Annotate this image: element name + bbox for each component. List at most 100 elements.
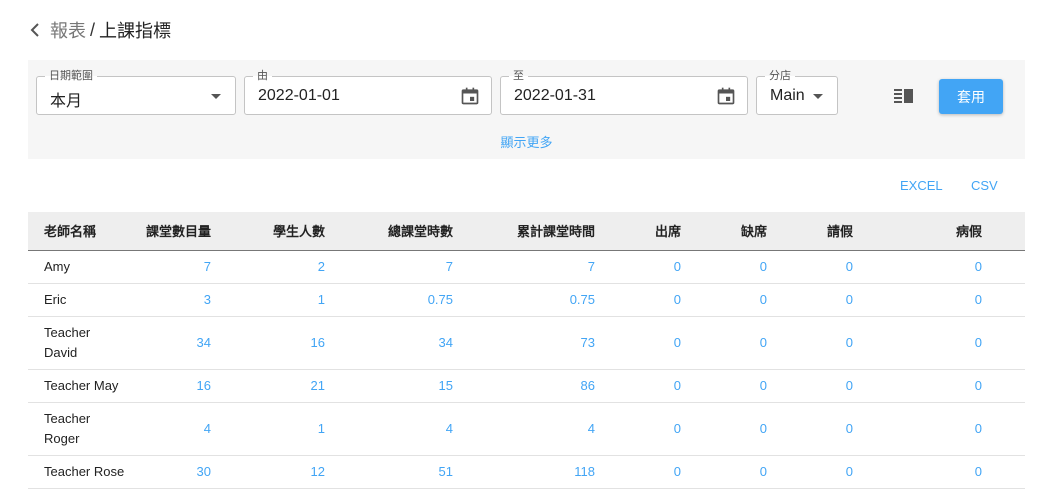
to-date-value: 2022-01-31 [514, 87, 596, 104]
branch-value: Main [770, 87, 805, 104]
metric-value-link[interactable]: 0 [724, 283, 810, 316]
header-sick-leave[interactable]: 病假 [896, 212, 1025, 250]
metric-value-link[interactable]: 118 [496, 455, 638, 488]
to-date-field[interactable]: 至 2022-01-31 [500, 70, 748, 115]
header-absence[interactable]: 缺席 [724, 212, 810, 250]
metric-value-link[interactable]: 1 [254, 402, 368, 455]
header-attendance[interactable]: 出席 [638, 212, 724, 250]
metric-value-link[interactable]: 16 [140, 369, 254, 402]
table-row: Teacher Roger 4 1 4 4 0 0 0 0 [28, 402, 1025, 455]
breadcrumb: 報表 / 上課指標 [26, 18, 171, 42]
branch-select[interactable]: 分店 Main [756, 70, 838, 115]
date-range-value: 本月 [50, 93, 83, 110]
metric-value-link[interactable]: 0.75 [496, 283, 638, 316]
metric-value-link[interactable]: 12 [254, 455, 368, 488]
metric-value-link[interactable]: 86 [496, 369, 638, 402]
show-more-link[interactable]: 顯示更多 [28, 132, 1025, 151]
teacher-name-text: Teacher Roger [44, 410, 91, 446]
metric-value-link[interactable]: 0 [638, 316, 724, 369]
metric-value-link[interactable]: 34 [140, 316, 254, 369]
metric-value-link[interactable]: 0 [896, 369, 1025, 402]
metric-value-link[interactable]: 7 [496, 250, 638, 283]
metric-value-link[interactable]: 0 [896, 455, 1025, 488]
metric-value-link[interactable]: 0 [896, 316, 1025, 369]
header-leave[interactable]: 請假 [810, 212, 896, 250]
date-range-select[interactable]: 日期範圍 本月 [36, 70, 236, 115]
from-date-value: 2022-01-01 [258, 87, 340, 104]
metric-value-link[interactable]: 30 [140, 455, 254, 488]
export-excel-link[interactable]: EXCEL [900, 178, 943, 193]
metric-value-link[interactable]: 73 [496, 316, 638, 369]
metric-value-link[interactable]: 0 [896, 283, 1025, 316]
metric-value-link[interactable]: 0 [724, 250, 810, 283]
metric-value-link[interactable]: 7 [140, 250, 254, 283]
metric-value-link[interactable]: 34 [368, 316, 496, 369]
metric-value-link[interactable]: 0.75 [368, 283, 496, 316]
from-date-field[interactable]: 由 2022-01-01 [244, 70, 492, 115]
teacher-name-cell: Amy [44, 258, 70, 274]
table-row: Teacher David 34 16 34 73 0 0 0 0 [28, 316, 1025, 369]
metric-value-link[interactable]: 0 [638, 369, 724, 402]
branch-label: 分店 [765, 70, 795, 82]
header-total-hours[interactable]: 總課堂時數 [368, 212, 496, 250]
teacher-name-cell: Eric [44, 291, 67, 307]
metric-value-link[interactable]: 0 [810, 402, 896, 455]
metric-value-link[interactable]: 0 [724, 316, 810, 369]
metric-value-link[interactable]: 0 [896, 250, 1025, 283]
columns-icon[interactable] [894, 88, 914, 104]
calendar-icon[interactable] [460, 86, 480, 106]
date-range-label: 日期範圍 [45, 70, 97, 82]
header-cumulative-time[interactable]: 累計課堂時間 [496, 212, 638, 250]
apply-button[interactable]: 套用 [939, 79, 1003, 114]
metric-value-link[interactable]: 0 [724, 402, 810, 455]
teacher-name-cell: Teacher Roger [28, 402, 140, 455]
metric-value-link[interactable]: 0 [724, 369, 810, 402]
metric-value-link[interactable]: 4 [140, 402, 254, 455]
export-csv-link[interactable]: CSV [971, 178, 998, 193]
page-title: 上課指標 [99, 21, 172, 41]
header-teacher-name[interactable]: 老師名稱 [28, 212, 140, 250]
table-row: Eric 3 1 0.75 0.75 0 0 0 0 [28, 283, 1025, 316]
metric-value-link[interactable]: 0 [724, 455, 810, 488]
metric-value-link[interactable]: 0 [810, 316, 896, 369]
from-date-label: 由 [253, 70, 272, 82]
metric-value-link[interactable]: 21 [254, 369, 368, 402]
header-class-count[interactable]: 課堂數目量 [140, 212, 254, 250]
teacher-name-cell: Teacher Rose [44, 463, 125, 479]
metric-value-link[interactable]: 15 [368, 369, 496, 402]
metric-value-link[interactable]: 4 [368, 402, 496, 455]
metric-value-link[interactable]: 16 [254, 316, 368, 369]
breadcrumb-parent[interactable]: 報表 [50, 17, 86, 43]
metric-value-link[interactable]: 0 [638, 283, 724, 316]
metric-value-link[interactable]: 0 [810, 369, 896, 402]
metric-value-link[interactable]: 0 [638, 455, 724, 488]
table-row: Teacher May 16 21 15 86 0 0 0 0 [28, 369, 1025, 402]
metric-value-link[interactable]: 4 [496, 402, 638, 455]
metric-value-link[interactable]: 1 [254, 283, 368, 316]
teacher-name-text: Teacher David [44, 324, 91, 360]
metric-value-link[interactable]: 7 [368, 250, 496, 283]
to-date-label: 至 [509, 70, 528, 82]
metric-value-link[interactable]: 0 [810, 455, 896, 488]
teacher-name-cell: Teacher David [28, 316, 140, 369]
metric-value-link[interactable]: 0 [638, 402, 724, 455]
table-header-row: 老師名稱 課堂數目量 學生人數 總課堂時數 累計課堂時間 出席 缺席 請假 病假 [28, 212, 1025, 250]
chevron-left-icon[interactable] [26, 21, 44, 39]
metric-value-link[interactable]: 2 [254, 250, 368, 283]
teacher-name-cell: Teacher May [44, 377, 119, 393]
caret-down-icon [813, 94, 823, 99]
header-student-count[interactable]: 學生人數 [254, 212, 368, 250]
metric-value-link[interactable]: 0 [896, 402, 1025, 455]
report-table: 老師名稱 課堂數目量 學生人數 總課堂時數 累計課堂時間 出席 缺席 請假 病假… [28, 212, 1025, 489]
breadcrumb-separator: / [90, 19, 96, 40]
metric-value-link[interactable]: 51 [368, 455, 496, 488]
metric-value-link[interactable]: 0 [638, 250, 724, 283]
calendar-icon[interactable] [716, 86, 736, 106]
caret-down-icon [211, 94, 221, 99]
metric-value-link[interactable]: 0 [810, 283, 896, 316]
table-row: Amy 7 2 7 7 0 0 0 0 [28, 250, 1025, 283]
table-row: Teacher Rose 30 12 51 118 0 0 0 0 [28, 455, 1025, 488]
metric-value-link[interactable]: 0 [810, 250, 896, 283]
metric-value-link[interactable]: 3 [140, 283, 254, 316]
filter-panel: 日期範圍 本月 由 2022-01-01 至 2022-01-31 分店 Mai… [28, 60, 1025, 159]
